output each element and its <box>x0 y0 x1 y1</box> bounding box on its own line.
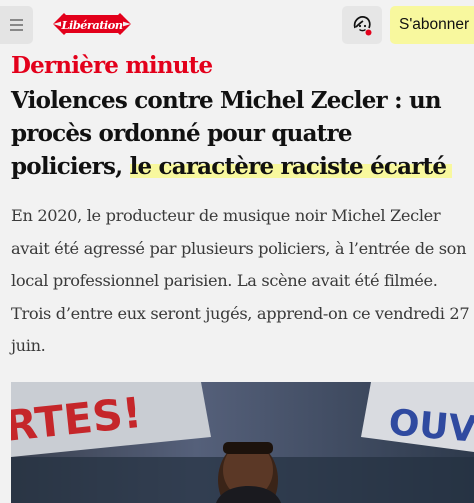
menu-button[interactable] <box>0 6 33 44</box>
svg-text:Libération: Libération <box>60 18 122 32</box>
subscribe-button[interactable]: S'abonner <box>390 6 474 44</box>
liberation-logo[interactable]: Libération <box>50 9 134 39</box>
article-standfirst: En 2020, le producteur de musique noir M… <box>11 206 470 355</box>
article-title: Violences contre Michel Zecler : un proc… <box>11 84 461 183</box>
article-photo[interactable]: RTES! OUVE <box>11 382 474 503</box>
profile-button[interactable] <box>342 6 382 44</box>
user-profile-icon <box>353 16 372 36</box>
hamburger-menu-icon <box>10 19 23 21</box>
photo-illustration: RTES! OUVE <box>11 382 474 503</box>
article-title-highlight: le caractère raciste écarté <box>129 153 453 180</box>
top-bar: Libération S'abonner <box>0 0 474 56</box>
breaking-news-kicker[interactable]: Dernière minute <box>11 52 213 79</box>
